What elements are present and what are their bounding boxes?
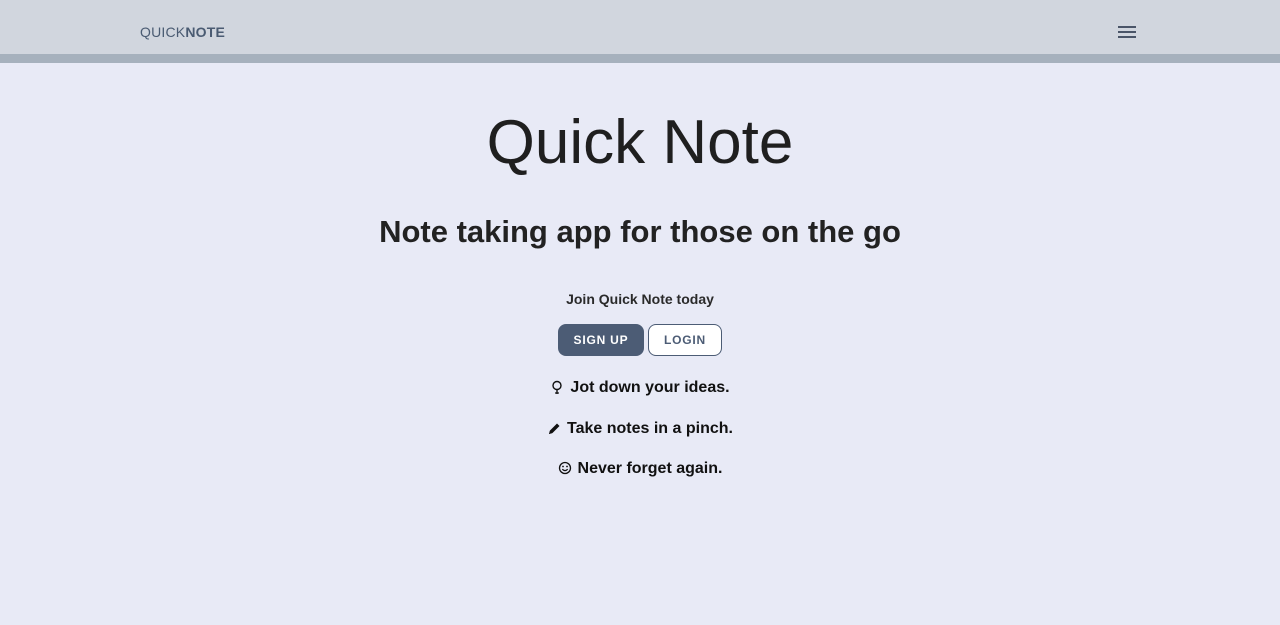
hamburger-menu-icon[interactable] <box>1116 22 1140 42</box>
page-subtitle: Note taking app for those on the go <box>379 214 901 249</box>
feature-text: Take notes in a pinch. <box>567 420 733 437</box>
brand-bold-text: NOTE <box>185 24 226 40</box>
sign-up-button[interactable]: SIGN UP <box>558 324 644 356</box>
join-prompt: Join Quick Note today <box>566 291 714 307</box>
page-title: Quick Note <box>486 108 794 177</box>
navbar-divider <box>0 54 1280 63</box>
brand-logo-link[interactable]: QUICKNOTE <box>140 24 225 41</box>
feature-text: Never forget again. <box>577 460 723 477</box>
smiley-icon <box>558 461 572 477</box>
feature-item-ideas: Jot down your ideas. <box>0 378 1280 398</box>
feature-item-notes: Take notes in a pinch. <box>0 419 1280 439</box>
feature-item-remember: Never forget again. <box>0 459 1280 479</box>
top-navbar: QUICKNOTE <box>0 0 1280 54</box>
login-button[interactable]: LOGIN <box>648 324 722 356</box>
brand-light-text: QUICK <box>140 24 186 40</box>
pencil-icon <box>547 421 561 437</box>
feature-text: Jot down your ideas. <box>570 379 730 396</box>
lightbulb-icon <box>550 380 564 396</box>
